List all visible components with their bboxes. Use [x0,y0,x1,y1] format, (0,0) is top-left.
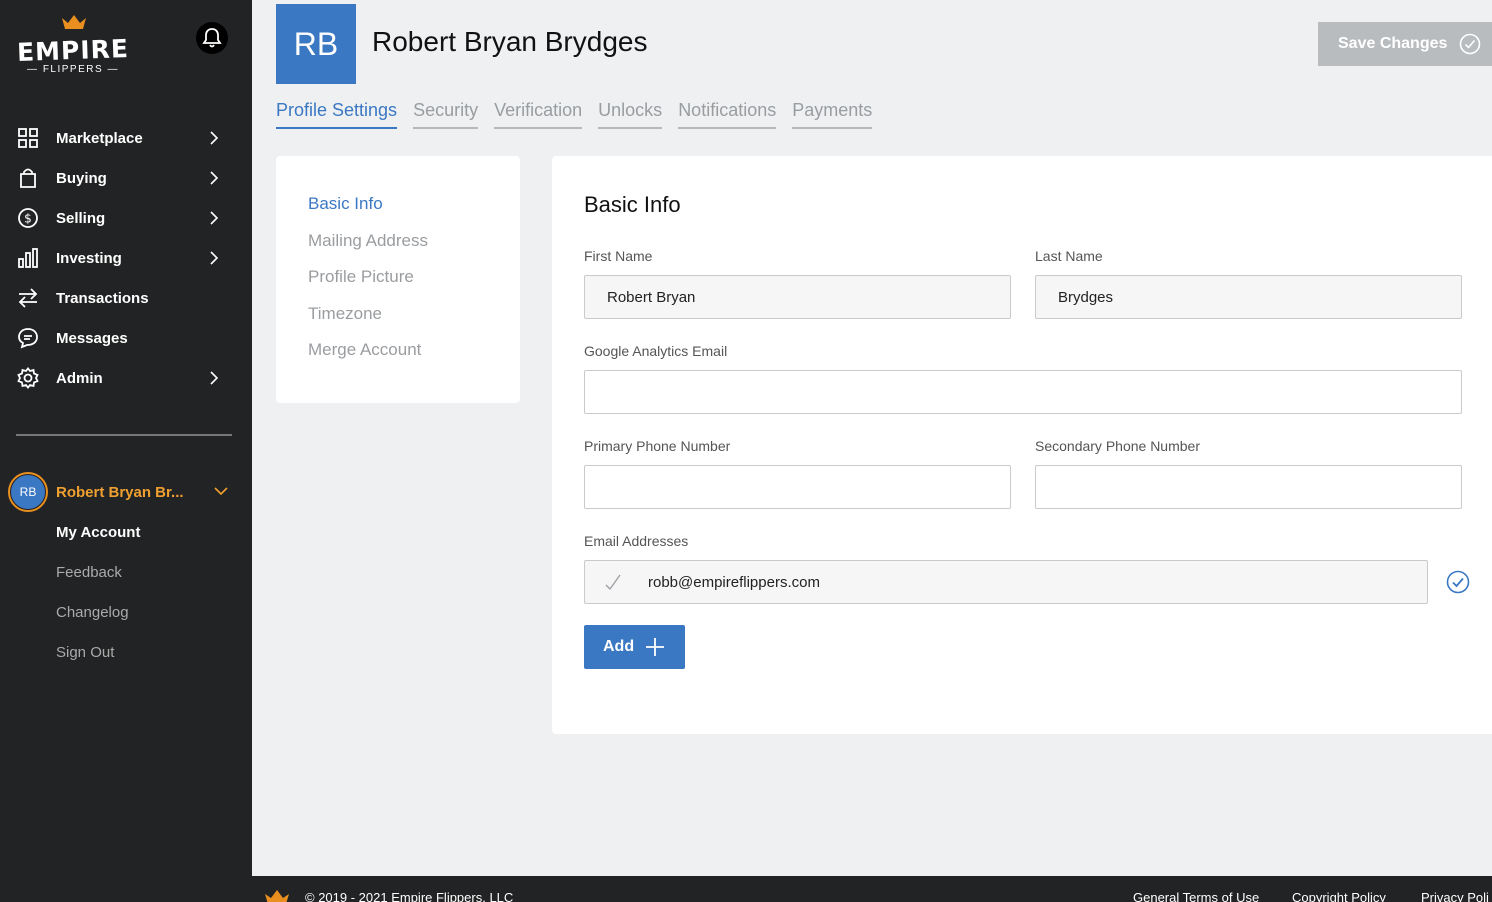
ga-email-label: Google Analytics Email [584,343,728,359]
sidebar-item-selling[interactable]: $ Selling [0,198,252,238]
plus-icon [646,638,665,656]
svg-text:$: $ [24,212,32,226]
menu-item-changelog[interactable]: Changelog [56,592,140,632]
section-link-timezone[interactable]: Timezone [308,304,520,341]
save-button-label: Save Changes [1338,35,1448,52]
sidebar-item-label: Transactions [56,289,149,307]
page-title: Robert Bryan Brydges [372,26,648,57]
add-button-label: Add [603,638,635,655]
sidebar-divider [16,434,232,436]
tab-payments[interactable]: Payments [792,100,873,129]
tab-security[interactable]: Security [413,100,479,129]
menu-item-my-account[interactable]: My Account [56,512,140,552]
first-name-label: First Name [584,248,653,264]
last-name-field[interactable] [1035,275,1462,319]
tab-unlocks[interactable]: Unlocks [598,100,663,129]
sidebar-item-label: Messages [56,329,128,347]
sidebar: EMPIRE — FLIPPERS — Marketplace Buying $ [0,0,252,902]
sidebar-item-buying[interactable]: Buying [0,158,252,198]
email-address-field[interactable]: robb@empireflippers.com [584,560,1428,604]
section-link-basic-info[interactable]: Basic Info [308,194,520,231]
secondary-phone-field[interactable] [1035,465,1462,509]
main-nav: Marketplace Buying $ Selling Investing T… [0,118,252,398]
sidebar-item-admin[interactable]: Admin [0,358,252,398]
verified-check-icon[interactable] [1446,570,1470,594]
empire-flippers-logo[interactable]: EMPIRE — FLIPPERS — [14,14,134,80]
sidebar-item-messages[interactable]: Messages [0,318,252,358]
avatar: RB [8,472,48,512]
chevron-right-icon [202,251,226,265]
sidebar-item-label: Marketplace [56,129,143,147]
settings-section-nav: Basic Info Mailing Address Profile Pictu… [276,156,520,403]
gear-icon [16,366,40,390]
profile-tabs: Profile Settings Security Verification U… [276,100,888,129]
basic-info-card: Basic Info First Name Last Name Google A… [552,156,1492,734]
transfer-arrows-icon [16,286,40,310]
footer-link-copyright[interactable]: Copyright Policy [1292,890,1386,902]
menu-item-feedback[interactable]: Feedback [56,552,140,592]
secondary-phone-label: Secondary Phone Number [1035,438,1200,454]
primary-phone-field[interactable] [584,465,1011,509]
add-email-button[interactable]: Add [584,625,685,669]
dollar-circle-icon: $ [16,206,40,230]
first-name-field[interactable] [584,275,1011,319]
chevron-right-icon [202,211,226,225]
logo-subtitle: — FLIPPERS — [27,64,119,75]
sidebar-item-label: Admin [56,369,103,387]
section-link-merge-account[interactable]: Merge Account [308,340,520,377]
notifications-bell-button[interactable] [196,22,228,54]
sidebar-item-label: Selling [56,209,106,227]
tab-notifications[interactable]: Notifications [678,100,777,129]
email-address-value: robb@empireflippers.com [648,573,820,591]
tab-profile-settings[interactable]: Profile Settings [276,100,398,129]
chevron-down-icon [214,483,228,501]
primary-phone-label: Primary Phone Number [584,438,731,454]
sidebar-item-marketplace[interactable]: Marketplace [0,118,252,158]
section-link-profile-picture[interactable]: Profile Picture [308,267,520,304]
sidebar-item-transactions[interactable]: Transactions [0,278,252,318]
last-name-label: Last Name [1035,248,1103,264]
message-bubble-icon [16,326,40,350]
section-link-mailing-address[interactable]: Mailing Address [308,231,520,268]
user-submenu: My Account Feedback Changelog Sign Out [56,512,140,672]
card-title: Basic Info [584,192,681,217]
checkmark-icon [603,573,633,591]
save-changes-button[interactable]: Save Changes [1318,22,1492,66]
user-name: Robert Bryan Br... [56,483,184,501]
footer-link-terms[interactable]: General Terms of Use [1133,890,1259,902]
bar-chart-icon [16,246,40,270]
footer-link-privacy[interactable]: Privacy Poli [1421,890,1489,902]
ga-email-field[interactable] [584,370,1462,414]
profile-avatar: RB [276,4,356,84]
logo-wordmark: EMPIRE [16,34,130,67]
copyright-text: © 2019 - 2021 Empire Flippers, LLC [305,890,514,902]
chevron-right-icon [202,131,226,145]
chevron-right-icon [202,371,226,385]
chevron-right-icon [202,171,226,185]
check-circle-icon [1460,33,1481,55]
sidebar-item-label: Investing [56,249,122,267]
bell-icon [202,28,222,48]
sidebar-item-investing[interactable]: Investing [0,238,252,278]
crown-icon [62,15,86,29]
menu-item-sign-out[interactable]: Sign Out [56,632,140,672]
tab-verification[interactable]: Verification [494,100,583,129]
grid-icon [16,126,40,150]
crown-icon [265,890,289,902]
sidebar-item-label: Buying [56,169,107,187]
shopping-bag-icon [16,166,40,190]
user-menu-toggle[interactable]: RB Robert Bryan Br... [8,472,244,512]
footer: © 2019 - 2021 Empire Flippers, LLC Gener… [252,876,1492,902]
email-addresses-label: Email Addresses [584,533,689,549]
